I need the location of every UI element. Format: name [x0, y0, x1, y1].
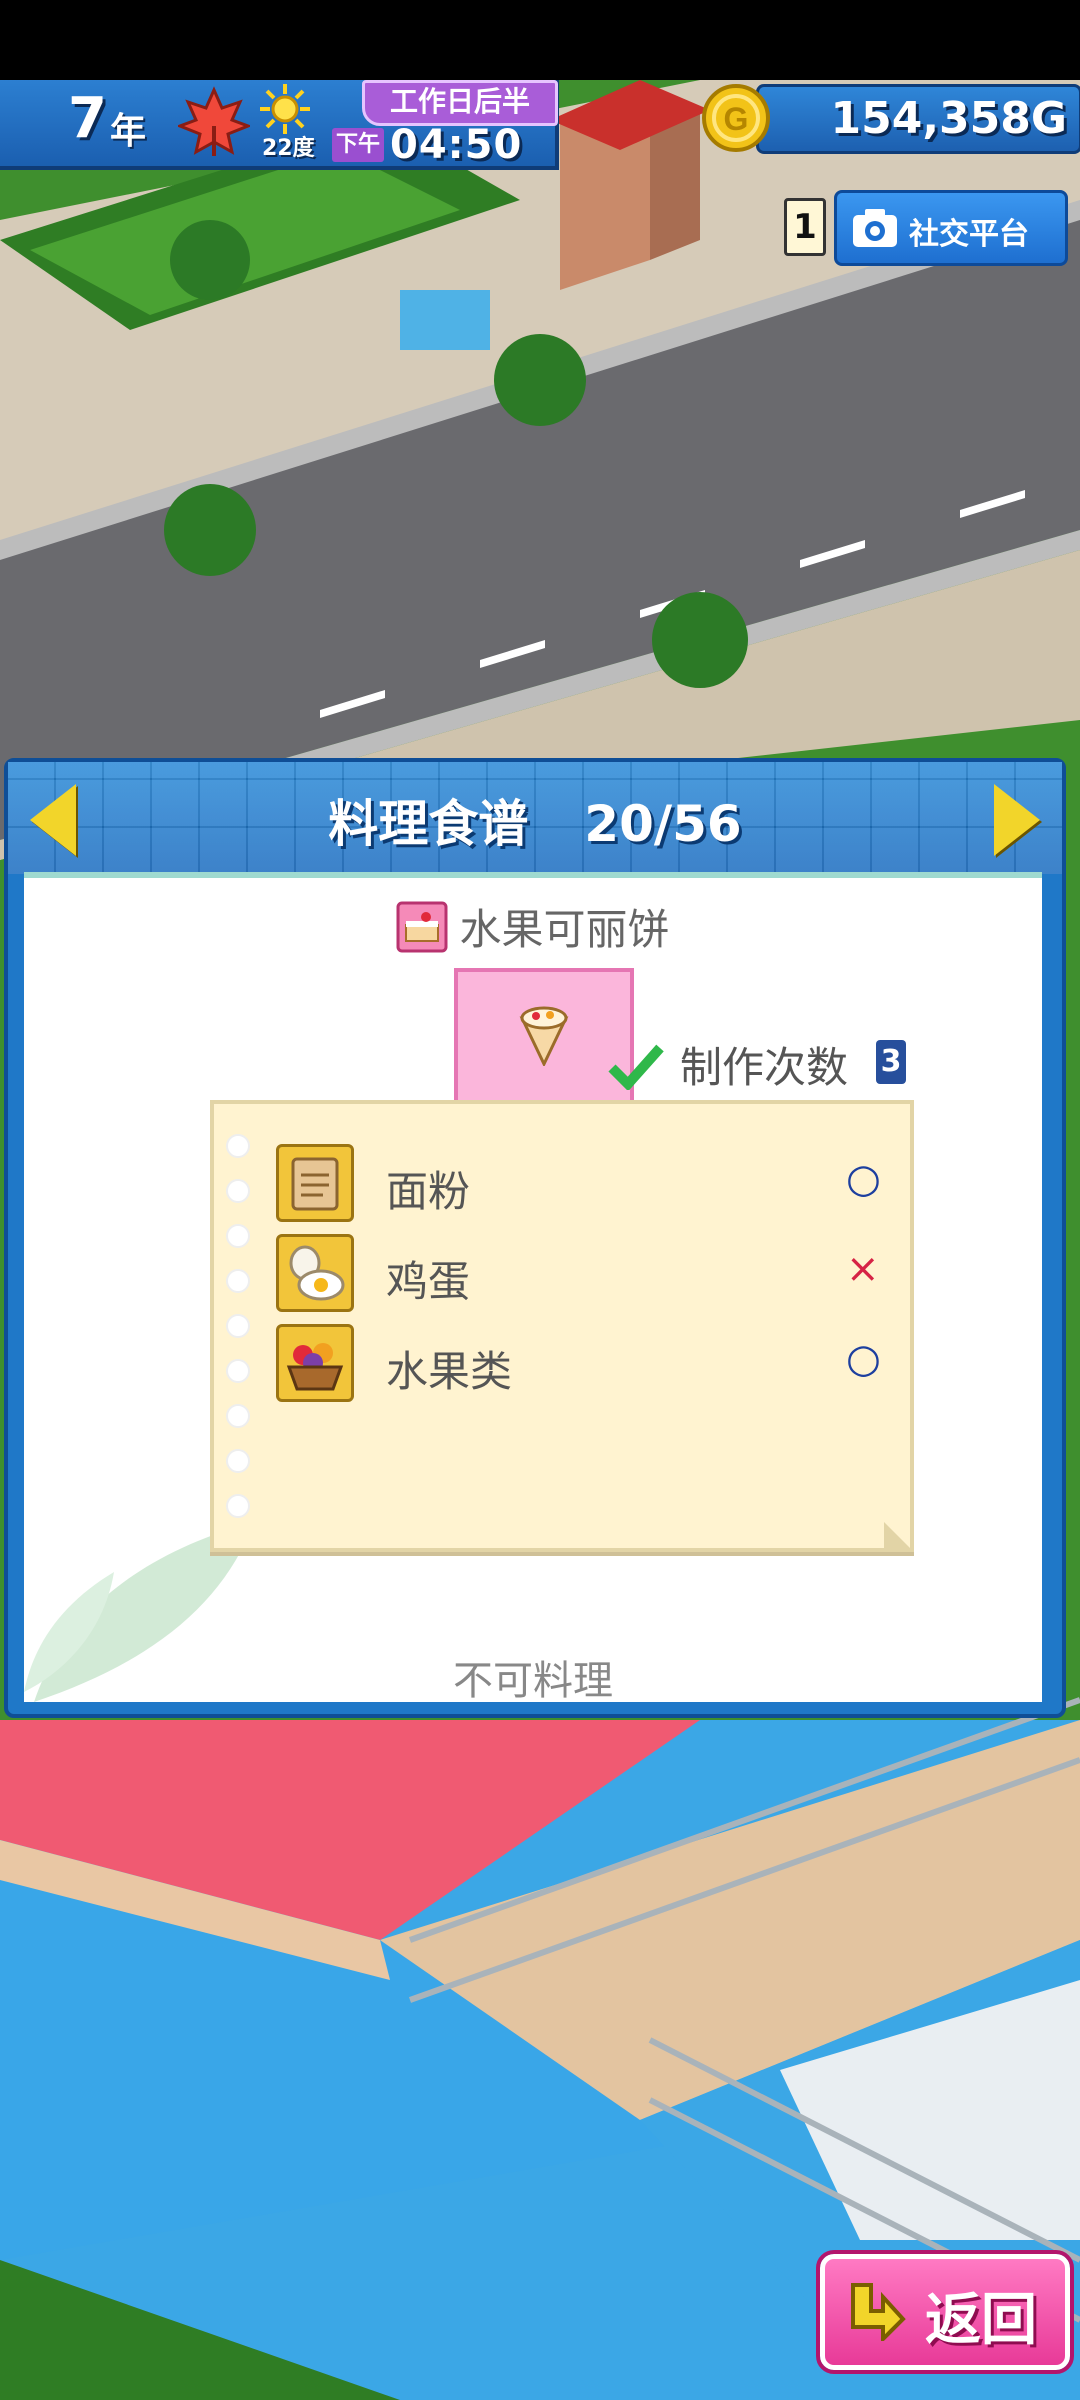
memo-hole — [226, 1449, 250, 1473]
year-unit: 年 — [110, 111, 147, 152]
flour-bag-icon — [276, 1144, 354, 1222]
memo-hole — [226, 1494, 250, 1518]
recipe-detail: 水果可丽饼 制作次数 3 面粉 ○ 鸡蛋 × 水果类 ○ 不可料理 — [24, 872, 1042, 1704]
ingredient-status: ○ — [846, 1336, 881, 1382]
next-recipe-arrow[interactable] — [994, 784, 1040, 856]
memo-hole — [226, 1314, 250, 1338]
recipe-progress: 20/56 — [584, 795, 742, 853]
top-status-bar: 7 年 22度 工作日后半 下午 04:50 154,358G G — [0, 80, 1080, 170]
ampm-badge: 下午 — [332, 128, 384, 162]
memo-hole — [226, 1179, 250, 1203]
sun-icon — [260, 84, 310, 134]
ingredient-name: 鸡蛋 — [386, 1257, 471, 1306]
back-button[interactable]: 返回 — [816, 2250, 1074, 2374]
gold-coin-icon: G — [702, 84, 770, 152]
ingredient-row: 鸡蛋 × — [276, 1234, 880, 1314]
recipe-panel-header: 料理食谱 20/56 — [8, 762, 1062, 874]
social-notification-count: 1 — [784, 198, 826, 256]
money-panel: 154,358G — [756, 84, 1080, 154]
ingredient-status: ○ — [846, 1156, 881, 1202]
memo-fold — [884, 1522, 914, 1552]
ingredient-row: 面粉 ○ — [276, 1144, 881, 1224]
cannot-cook-status: 不可料理 — [453, 1658, 613, 1704]
dish-title-row: 水果可丽饼 — [24, 896, 1042, 957]
crepe-icon — [519, 1006, 569, 1066]
maple-leaf-icon — [178, 86, 250, 156]
ingredient-memo: 面粉 ○ 鸡蛋 × 水果类 ○ — [210, 1100, 914, 1552]
memo-hole — [226, 1134, 250, 1158]
social-platform-button[interactable]: 社交平台 — [834, 190, 1068, 266]
memo-hole — [226, 1269, 250, 1293]
memo-hole — [226, 1224, 250, 1248]
ingredient-name: 水果类 — [386, 1347, 513, 1396]
date-weather-panel: 7 年 22度 工作日后半 下午 04:50 — [0, 80, 559, 170]
times-made-count: 3 — [876, 1040, 906, 1084]
recipe-panel: 料理食谱 20/56 水果可丽饼 制作次数 3 面粉 ○ 鸡蛋 × 水果类 ○ … — [4, 758, 1066, 1718]
back-button-label: 返回 — [925, 2288, 1037, 2353]
recipe-panel-title: 料理食谱 20/56 — [8, 784, 1062, 856]
ingredient-name: 面粉 — [386, 1167, 471, 1216]
check-mark-icon — [608, 1044, 664, 1090]
cake-icon — [396, 901, 448, 952]
fruit-basket-icon — [276, 1324, 354, 1402]
temperature-label: 22度 — [262, 136, 315, 161]
back-arrow-icon — [851, 2283, 906, 2341]
camera-icon — [853, 209, 897, 247]
year-number: 7 — [68, 86, 107, 151]
ingredient-status: × — [846, 1246, 880, 1292]
egg-icon — [276, 1234, 354, 1312]
dish-name: 水果可丽饼 — [459, 905, 670, 954]
clock-time: 04:50 — [390, 122, 523, 168]
period-badge: 工作日后半 — [362, 80, 558, 126]
money-value: 154,358G — [830, 93, 1067, 144]
times-made-label: 制作次数 — [680, 1043, 849, 1092]
dish-preview — [454, 968, 634, 1106]
social-platform-label: 社交平台 — [909, 217, 1029, 252]
svg-text:G: G — [724, 101, 749, 137]
recipe-book-title: 料理食谱 — [328, 795, 529, 853]
ingredient-row: 水果类 ○ — [276, 1324, 881, 1404]
memo-hole — [226, 1359, 250, 1383]
memo-hole — [226, 1404, 250, 1428]
